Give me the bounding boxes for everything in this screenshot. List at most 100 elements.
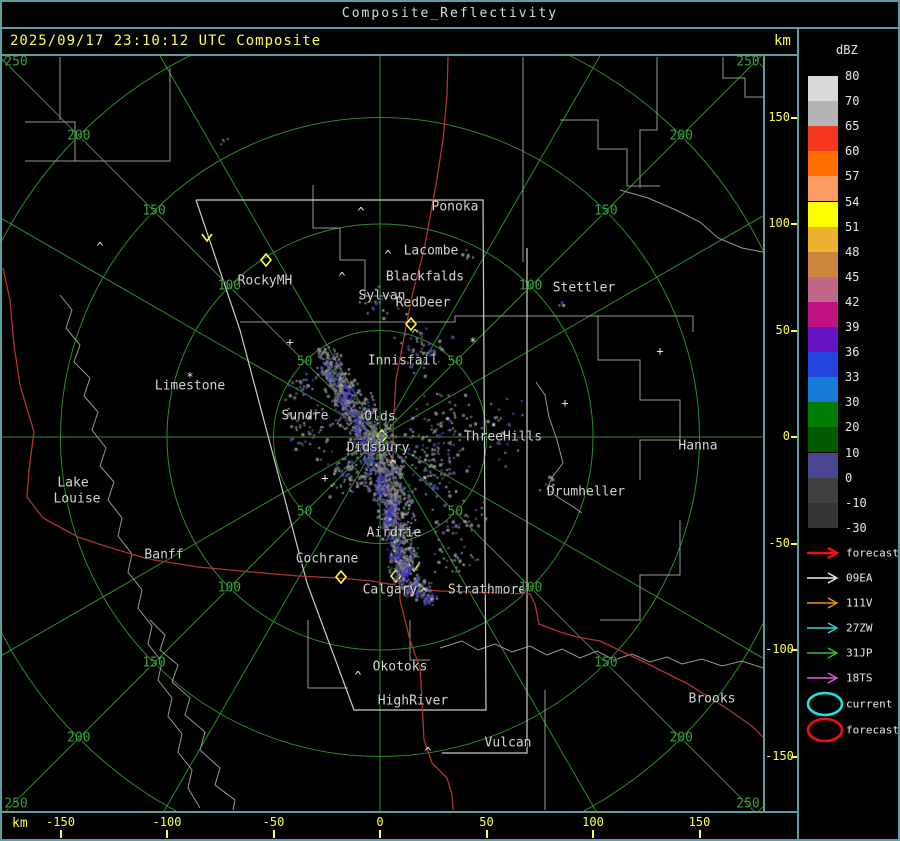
- divider-header-bottom: [2, 54, 797, 56]
- ring-label: 100: [218, 279, 241, 294]
- ring-label: 50: [447, 354, 463, 369]
- scale-color-cell: [808, 277, 838, 302]
- peak-marker: ^: [424, 745, 431, 759]
- scale-color-cell: [808, 402, 838, 427]
- scale-color-cell: [808, 126, 838, 151]
- scale-value-label: 54: [845, 195, 859, 209]
- city-label-louise: Louise: [54, 492, 101, 507]
- scale-color-cell: [808, 352, 838, 377]
- scale-value-label: -30: [845, 521, 867, 535]
- scale-color-cell: [808, 478, 838, 503]
- legend-arrow-label: 18TS: [846, 672, 873, 685]
- star-marker: *: [469, 335, 476, 349]
- ring-label: 200: [669, 731, 692, 746]
- plus-marker: +: [321, 471, 328, 485]
- ring-label: 100: [519, 279, 542, 294]
- x-tick-mark: [60, 830, 62, 838]
- scale-value-label: 0: [845, 471, 852, 485]
- legend-ellipse-label: current: [846, 698, 892, 711]
- y-tick-label: 100: [765, 216, 790, 230]
- city-label-calgary: Calgary: [363, 583, 418, 598]
- legend-ellipse-icon: [804, 690, 848, 718]
- x-tick-label: 50: [479, 815, 493, 829]
- scale-title: dBZ: [836, 43, 858, 57]
- ring-label: 200: [67, 731, 90, 746]
- city-label-cochrane: Cochrane: [296, 552, 359, 567]
- scale-value-label: 36: [845, 345, 859, 359]
- ring-label: 50: [297, 505, 313, 520]
- ring-label: 200: [67, 128, 90, 143]
- ring-label: 100: [218, 580, 241, 595]
- city-label-rockymh: RockyMH: [238, 274, 293, 289]
- city-label-lake: Lake: [57, 476, 88, 491]
- city-label-sundre: Sundre: [282, 409, 329, 424]
- peak-marker: ^: [96, 240, 103, 254]
- star-marker: *: [186, 370, 193, 384]
- x-tick-mark: [592, 830, 594, 838]
- x-tick-label: 100: [582, 815, 604, 829]
- x-axis-unit-label: km: [12, 816, 28, 831]
- legend-ellipse-icon: [804, 716, 848, 744]
- divider-title-bottom: [0, 27, 900, 29]
- scale-value-label: 65: [845, 119, 859, 133]
- radar-app-window: Composite_Reflectivity 2025/09/17 23:10:…: [0, 0, 900, 841]
- scale-value-label: 33: [845, 370, 859, 384]
- window-titlebar[interactable]: Composite_Reflectivity: [0, 0, 900, 27]
- city-label-vulcan: Vulcan: [485, 736, 532, 751]
- city-label-blackfalds: Blackfalds: [386, 270, 464, 285]
- y-tick-label: 0: [765, 429, 790, 443]
- x-tick-mark: [486, 830, 488, 838]
- legend-arrow-icon: [804, 646, 844, 660]
- scale-value-label: 57: [845, 169, 859, 183]
- window-title: Composite_Reflectivity: [342, 6, 558, 21]
- radar-map-viewport[interactable]: PonokaLacombeBlackfaldsSylvanRedDeerRock…: [2, 56, 763, 811]
- scale-color-cell: [808, 202, 838, 227]
- legend-arrow-label: 27ZW: [846, 622, 873, 635]
- scale-value-label: 80: [845, 69, 859, 83]
- peak-marker: ^: [357, 205, 364, 219]
- x-tick-label: -100: [153, 815, 182, 829]
- scale-value-label: 48: [845, 245, 859, 259]
- city-label-airdrie: Airdrie: [367, 526, 422, 541]
- x-tick-mark: [166, 830, 168, 838]
- scale-value-label: 30: [845, 395, 859, 409]
- timestamp-label: 2025/09/17 23:10:12 UTC Composite: [10, 33, 321, 49]
- scale-color-cell: [808, 427, 838, 452]
- peak-marker: ^: [389, 458, 396, 472]
- divider-panel-left: [797, 29, 799, 839]
- y-tick-label: -50: [765, 536, 790, 550]
- ring-label-corner: 250: [736, 797, 759, 812]
- ring-label: 50: [297, 354, 313, 369]
- legend-arrow-icon: [804, 571, 844, 585]
- legend-ellipse-label: forecast: [846, 724, 899, 737]
- scale-value-label: -10: [845, 496, 867, 510]
- city-label-hanna: Hanna: [678, 439, 717, 454]
- city-label-okotoks: Okotoks: [373, 660, 428, 675]
- y-tick-label: 150: [765, 110, 790, 124]
- ring-label: 100: [519, 580, 542, 595]
- ring-label-corner: 250: [736, 56, 759, 70]
- x-tick-label: -50: [263, 815, 285, 829]
- ring-label-corner: 250: [4, 797, 27, 812]
- city-label-strathmore: Strathmore: [448, 583, 526, 598]
- y-tick-label: -150: [765, 749, 790, 763]
- city-label-ponoka: Ponoka: [432, 200, 479, 215]
- legend-panel: dBZ 807065605754514845423936333020100-10…: [800, 29, 898, 839]
- y-tick-label: -100: [765, 642, 790, 656]
- city-label-olds: Olds: [364, 410, 395, 425]
- map-labels-layer: PonokaLacombeBlackfaldsSylvanRedDeerRock…: [2, 56, 763, 811]
- y-axis: 150100500-50-100-150: [765, 56, 797, 811]
- scale-color-cell: [808, 302, 838, 327]
- scale-value-label: 70: [845, 94, 859, 108]
- scale-value-label: 39: [845, 320, 859, 334]
- plus-marker: +: [561, 396, 568, 410]
- scale-color-cell: [808, 503, 838, 528]
- divider-map-right: [763, 56, 765, 811]
- scale-value-label: 42: [845, 295, 859, 309]
- legend-arrow-label: 09EA: [846, 572, 873, 585]
- legend-arrow-label: forecast: [846, 547, 899, 560]
- frame-top: [0, 0, 900, 2]
- frame-left: [0, 0, 2, 841]
- scale-color-cell: [808, 377, 838, 402]
- x-tick-mark: [273, 830, 275, 838]
